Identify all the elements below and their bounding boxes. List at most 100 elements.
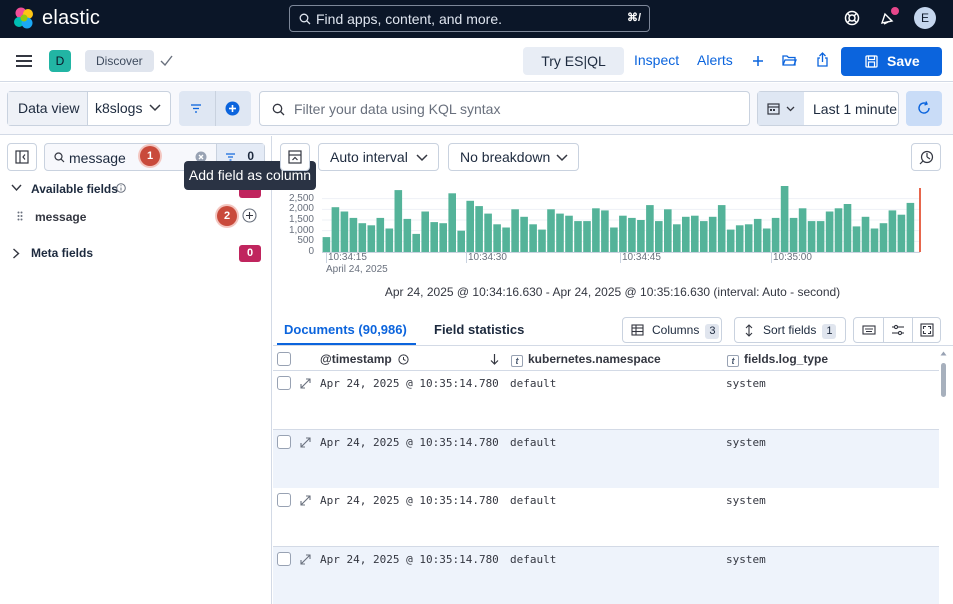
histogram-bar[interactable] [385, 228, 394, 253]
cell-namespace[interactable]: default [510, 436, 556, 449]
histogram-bar[interactable] [358, 223, 367, 252]
histogram-bar[interactable] [771, 217, 780, 252]
meta-fields-header[interactable]: Meta fields [31, 246, 93, 260]
cell-timestamp[interactable]: Apr 24, 2025 @ 10:35:14.780 [320, 494, 499, 507]
sort-descending-icon[interactable] [490, 353, 499, 365]
toggle-chart-button[interactable] [280, 143, 310, 171]
histogram-bar[interactable] [412, 233, 420, 252]
cell-log-type[interactable]: system [726, 377, 766, 390]
add-filter-icon[interactable] [225, 101, 240, 116]
histogram-bar[interactable] [565, 215, 573, 252]
histogram-bar[interactable] [700, 221, 708, 252]
histogram-bar[interactable] [502, 227, 510, 253]
histogram-bar[interactable] [655, 221, 663, 252]
histogram-bar[interactable] [807, 221, 816, 252]
histogram-bar[interactable] [628, 217, 636, 252]
histogram-chart[interactable] [280, 184, 923, 261]
histogram-bar[interactable] [717, 205, 726, 252]
histogram-bar[interactable] [493, 224, 501, 252]
histogram-bar[interactable] [673, 224, 681, 252]
histogram-bar[interactable] [529, 224, 537, 252]
histogram-bar[interactable] [439, 223, 447, 252]
histogram-bar[interactable] [547, 209, 555, 252]
histogram-bar[interactable] [556, 213, 564, 252]
histogram-bar[interactable] [888, 210, 897, 252]
histogram-bar[interactable] [897, 214, 906, 252]
chevron-down-icon[interactable] [11, 184, 22, 192]
histogram-bar[interactable] [367, 225, 376, 252]
elastic-logo-icon[interactable] [12, 6, 36, 30]
row-checkbox[interactable] [277, 493, 291, 507]
histogram-bar[interactable] [726, 229, 735, 252]
histogram-bar[interactable] [403, 218, 412, 252]
histogram-bar[interactable] [619, 215, 627, 252]
histogram-bar[interactable] [637, 220, 645, 252]
histogram-bar[interactable] [906, 202, 915, 252]
histogram-bar[interactable] [610, 227, 618, 253]
histogram-bar[interactable] [852, 226, 861, 252]
histogram-bar[interactable] [349, 217, 358, 252]
alerts-link[interactable]: Alerts [697, 52, 733, 68]
histogram-bar[interactable] [870, 228, 879, 253]
quick-menu-button[interactable] [758, 92, 804, 125]
drag-handle-icon[interactable] [17, 211, 23, 221]
breakdown-select[interactable]: No breakdown [448, 143, 579, 171]
row-checkbox[interactable] [277, 435, 291, 449]
histogram-bar[interactable] [592, 208, 600, 252]
histogram-bar[interactable] [682, 216, 690, 252]
expand-row-icon[interactable] [300, 378, 311, 389]
histogram-bar[interactable] [331, 207, 340, 252]
histogram-bar[interactable] [816, 221, 825, 252]
cell-namespace[interactable]: default [510, 377, 556, 390]
histogram-bar[interactable] [466, 200, 474, 252]
share-icon[interactable] [816, 52, 829, 68]
histogram-bar[interactable] [708, 216, 717, 252]
grid-scrollbar-thumb[interactable] [941, 363, 946, 397]
kql-query-input[interactable]: Filter your data using KQL syntax [259, 91, 750, 126]
histogram-bar[interactable] [879, 223, 888, 252]
histogram-bar[interactable] [646, 205, 654, 252]
refresh-button[interactable] [906, 91, 942, 126]
interval-select[interactable]: Auto interval [318, 143, 439, 171]
table-row[interactable]: Apr 24, 2025 @ 10:35:14.780 default system [273, 488, 939, 547]
data-view-picker[interactable]: Data view k8slogs [7, 91, 171, 126]
inspect-link[interactable]: Inspect [634, 52, 679, 68]
cell-namespace[interactable]: default [510, 553, 556, 566]
expand-row-icon[interactable] [300, 437, 311, 448]
cell-timestamp[interactable]: Apr 24, 2025 @ 10:35:14.780 [320, 553, 499, 566]
cell-log-type[interactable]: system [726, 494, 766, 507]
brand-name[interactable]: elastic [42, 7, 100, 30]
histogram-bar[interactable] [376, 217, 385, 252]
chart-options-button[interactable] [911, 143, 941, 171]
histogram-bar[interactable] [601, 210, 609, 252]
histogram-bar[interactable] [421, 211, 429, 253]
cell-timestamp[interactable]: Apr 24, 2025 @ 10:35:14.780 [320, 377, 499, 390]
histogram-bar[interactable] [834, 208, 843, 252]
select-all-checkbox[interactable] [277, 352, 291, 366]
expand-row-icon[interactable] [300, 495, 311, 506]
histogram-bar[interactable] [762, 228, 771, 253]
space-avatar[interactable]: D [49, 50, 71, 72]
add-field-column-icon[interactable] [242, 208, 257, 223]
cell-log-type[interactable]: system [726, 436, 766, 449]
histogram-bar[interactable] [753, 218, 762, 252]
table-row[interactable]: Apr 24, 2025 @ 10:35:14.780 default system [273, 547, 939, 604]
histogram-bar[interactable] [340, 211, 349, 253]
histogram-bar[interactable] [744, 224, 753, 252]
histogram-bar[interactable] [457, 230, 465, 252]
chevron-right-icon[interactable] [12, 248, 20, 259]
histogram-bar[interactable] [430, 222, 438, 252]
plus-icon[interactable] [752, 55, 764, 67]
cell-log-type[interactable]: system [726, 553, 766, 566]
histogram-bar[interactable] [448, 193, 456, 252]
histogram-bar[interactable] [691, 215, 699, 252]
histogram-bar[interactable] [322, 237, 331, 252]
table-row[interactable]: Apr 24, 2025 @ 10:35:14.780 default system [273, 430, 939, 489]
sort-fields-button[interactable]: Sort fields 1 [734, 317, 846, 343]
histogram-bar[interactable] [843, 204, 852, 252]
histogram-bar[interactable] [780, 184, 789, 252]
column-header-log-type[interactable]: t fields.log_type [727, 352, 828, 367]
histogram-bar[interactable] [520, 216, 528, 252]
histogram-bar[interactable] [538, 229, 546, 252]
user-avatar[interactable]: E [914, 7, 936, 29]
